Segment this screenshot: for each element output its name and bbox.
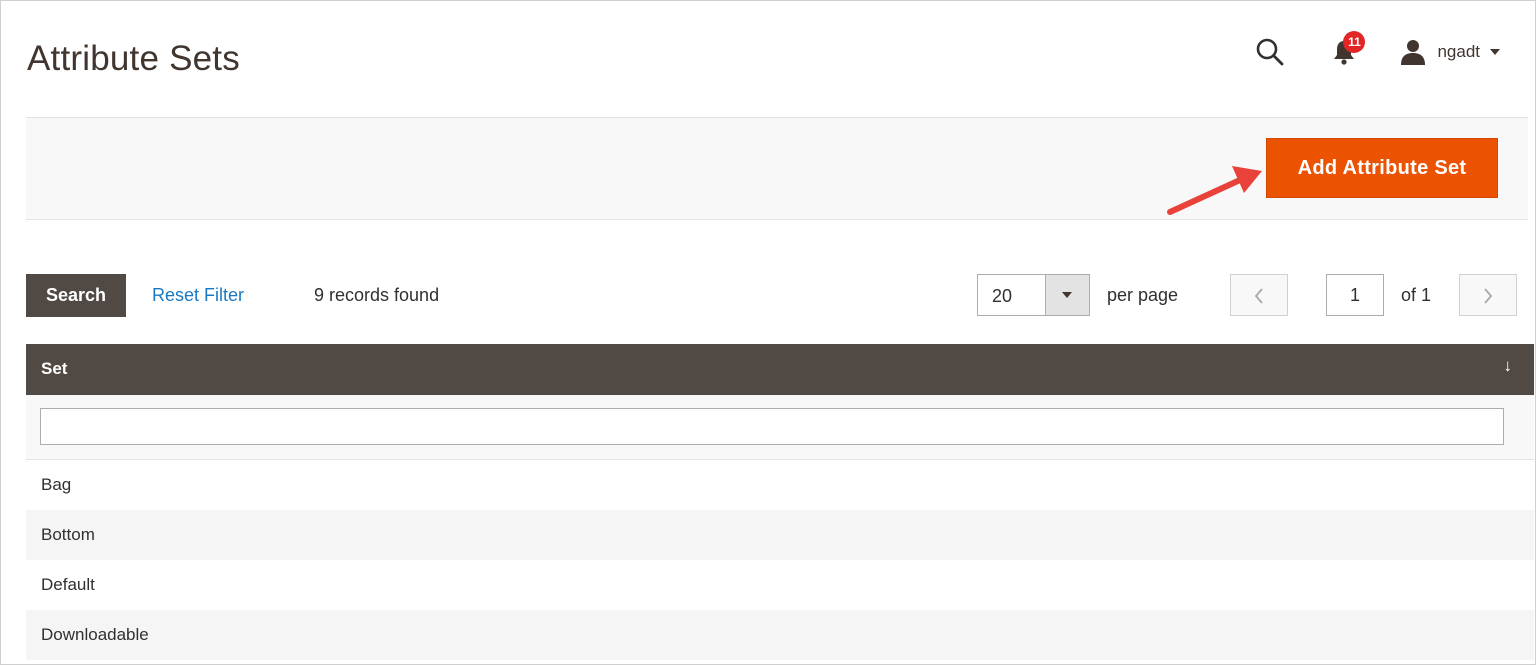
notification-count-badge: 11 bbox=[1343, 31, 1366, 53]
set-name: Bottom bbox=[41, 525, 95, 544]
notifications-button[interactable]: 11 bbox=[1329, 31, 1366, 67]
chevron-down-icon bbox=[1062, 292, 1072, 298]
column-header-set[interactable]: Set bbox=[41, 359, 67, 379]
table-row[interactable]: Bag bbox=[26, 460, 1534, 510]
total-pages-label: of 1 bbox=[1401, 285, 1432, 305]
annotation-arrow-icon bbox=[1167, 166, 1262, 215]
per-page-select[interactable]: 20 bbox=[977, 274, 1090, 316]
table-row[interactable]: Default bbox=[26, 560, 1534, 610]
table-row[interactable]: Bottom bbox=[26, 510, 1534, 560]
set-name: Downloadable bbox=[41, 625, 149, 644]
set-name: Bag bbox=[41, 475, 72, 494]
chevron-right-icon bbox=[1484, 288, 1493, 304]
add-attribute-set-button[interactable]: Add Attribute Set bbox=[1266, 138, 1498, 198]
filter-row bbox=[26, 395, 1534, 460]
search-button[interactable]: Search bbox=[26, 274, 126, 317]
search-icon[interactable] bbox=[1255, 37, 1285, 67]
per-page-dropdown-button[interactable] bbox=[1045, 275, 1089, 315]
per-page-value: 20 bbox=[992, 286, 1013, 306]
header-actions: 11 ngadt bbox=[1255, 31, 1500, 72]
page-title: Attribute Sets bbox=[27, 39, 240, 78]
username: ngadt bbox=[1437, 42, 1480, 61]
sort-arrow-icon[interactable]: ↓ bbox=[1504, 356, 1513, 376]
reset-filter-link[interactable]: Reset Filter bbox=[152, 285, 244, 306]
previous-page-button[interactable] bbox=[1230, 274, 1288, 316]
set-filter-input[interactable] bbox=[40, 408, 1504, 445]
user-menu[interactable]: ngadt bbox=[1399, 38, 1500, 66]
records-count: 9 records found bbox=[314, 285, 440, 305]
page-actions-bar: Add Attribute Set bbox=[26, 117, 1528, 220]
per-page-label: per page bbox=[1107, 285, 1179, 305]
table-row[interactable]: Downloadable bbox=[26, 610, 1534, 660]
chevron-down-icon bbox=[1490, 49, 1500, 55]
user-icon bbox=[1401, 40, 1426, 65]
grid-header-set[interactable]: Set ↓ bbox=[26, 344, 1534, 395]
attribute-sets-grid: Set ↓ Bag Bottom Default Downloadable bbox=[26, 344, 1534, 660]
chevron-left-icon bbox=[1254, 288, 1263, 304]
next-page-button[interactable] bbox=[1459, 274, 1517, 316]
set-name: Default bbox=[41, 575, 95, 594]
current-page-input[interactable] bbox=[1326, 274, 1384, 316]
grid-toolbar: Search Reset Filter 9 records found 20 p… bbox=[26, 274, 1518, 318]
